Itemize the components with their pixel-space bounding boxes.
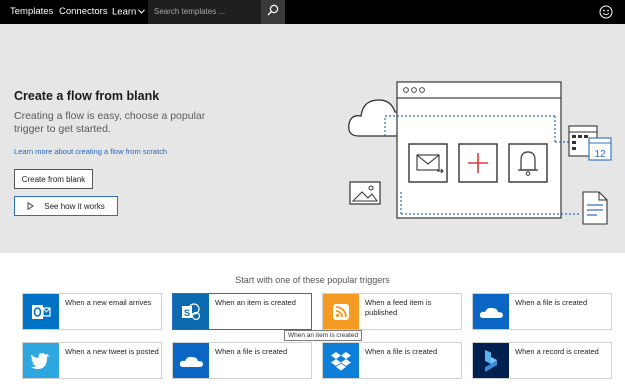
onedrive-icon (173, 343, 209, 378)
outlook-icon (23, 294, 59, 329)
trigger-card-label: When a file is created (515, 298, 588, 307)
chevron-down-icon (138, 0, 146, 24)
see-how-it-works-label: See how it works (44, 201, 105, 211)
feedback-smiley-icon[interactable] (597, 3, 615, 21)
onedrive-icon (473, 294, 509, 329)
trigger-card-record-created[interactable]: When a record is created (472, 342, 612, 379)
trigger-card-file-created-onedrive[interactable]: When a file is created (472, 293, 612, 330)
trigger-card-feed-item[interactable]: When a feed item is published (322, 293, 462, 330)
trigger-card-label: When a record is created (515, 347, 599, 356)
bell-step-icon (508, 143, 548, 183)
mail-step-icon (408, 143, 448, 183)
dropbox-icon (323, 343, 359, 378)
flow-illustration: 12 (345, 72, 615, 232)
trigger-card-new-email[interactable]: When a new email arrives (22, 293, 162, 330)
trigger-card-label: When a feed item is published (365, 298, 432, 317)
trigger-card-label: When an item is created (215, 298, 296, 307)
play-icon (27, 202, 35, 210)
trigger-card-label: When a new email arrives (65, 298, 152, 307)
search-icon (267, 3, 279, 21)
create-from-blank-button[interactable]: Create from blank (14, 169, 93, 189)
triggers-heading: Start with one of these popular triggers (235, 275, 390, 285)
hero-title: Create a flow from blank (14, 89, 160, 103)
nav-learn[interactable]: Learn (112, 0, 146, 24)
svg-text:12: 12 (594, 149, 606, 160)
calendar-icon: 12 (568, 125, 612, 161)
trigger-card-file-created-onedrive-business[interactable]: When a file is created (172, 342, 312, 379)
trigger-card-new-tweet[interactable]: When a new tweet is posted (22, 342, 162, 379)
search-input[interactable] (148, 0, 261, 24)
nav-learn-label: Learn (112, 6, 137, 18)
hero-subtitle: Creating a flow is easy, choose a popula… (14, 110, 206, 135)
learn-more-link[interactable]: Learn more about creating a flow from sc… (14, 147, 167, 156)
search-button[interactable] (261, 0, 285, 24)
rss-icon (323, 294, 359, 329)
trigger-card-label: When a file is created (365, 347, 438, 356)
nav-templates[interactable]: Templates (10, 0, 53, 24)
nav-connectors[interactable]: Connectors (59, 0, 108, 24)
top-nav: Templates Connectors Learn (0, 0, 625, 24)
see-how-it-works-button[interactable]: See how it works (14, 196, 118, 216)
trigger-card-label: When a file is created (215, 347, 288, 356)
svg-text:S: S (184, 308, 190, 318)
trigger-card-file-created-dropbox[interactable]: When a file is created (322, 342, 462, 379)
trigger-card-label: When a new tweet is posted (65, 347, 159, 356)
tooltip: When an item is created (284, 330, 363, 341)
trigger-card-item-created[interactable]: S When an item is created (172, 293, 312, 330)
hero-section: Create a flow from blank Creating a flow… (0, 24, 625, 253)
sharepoint-icon: S (173, 294, 209, 329)
image-icon (349, 181, 381, 205)
add-step-icon (458, 143, 498, 183)
dynamics-icon (473, 343, 509, 378)
twitter-icon (23, 343, 59, 378)
document-icon (582, 191, 608, 225)
